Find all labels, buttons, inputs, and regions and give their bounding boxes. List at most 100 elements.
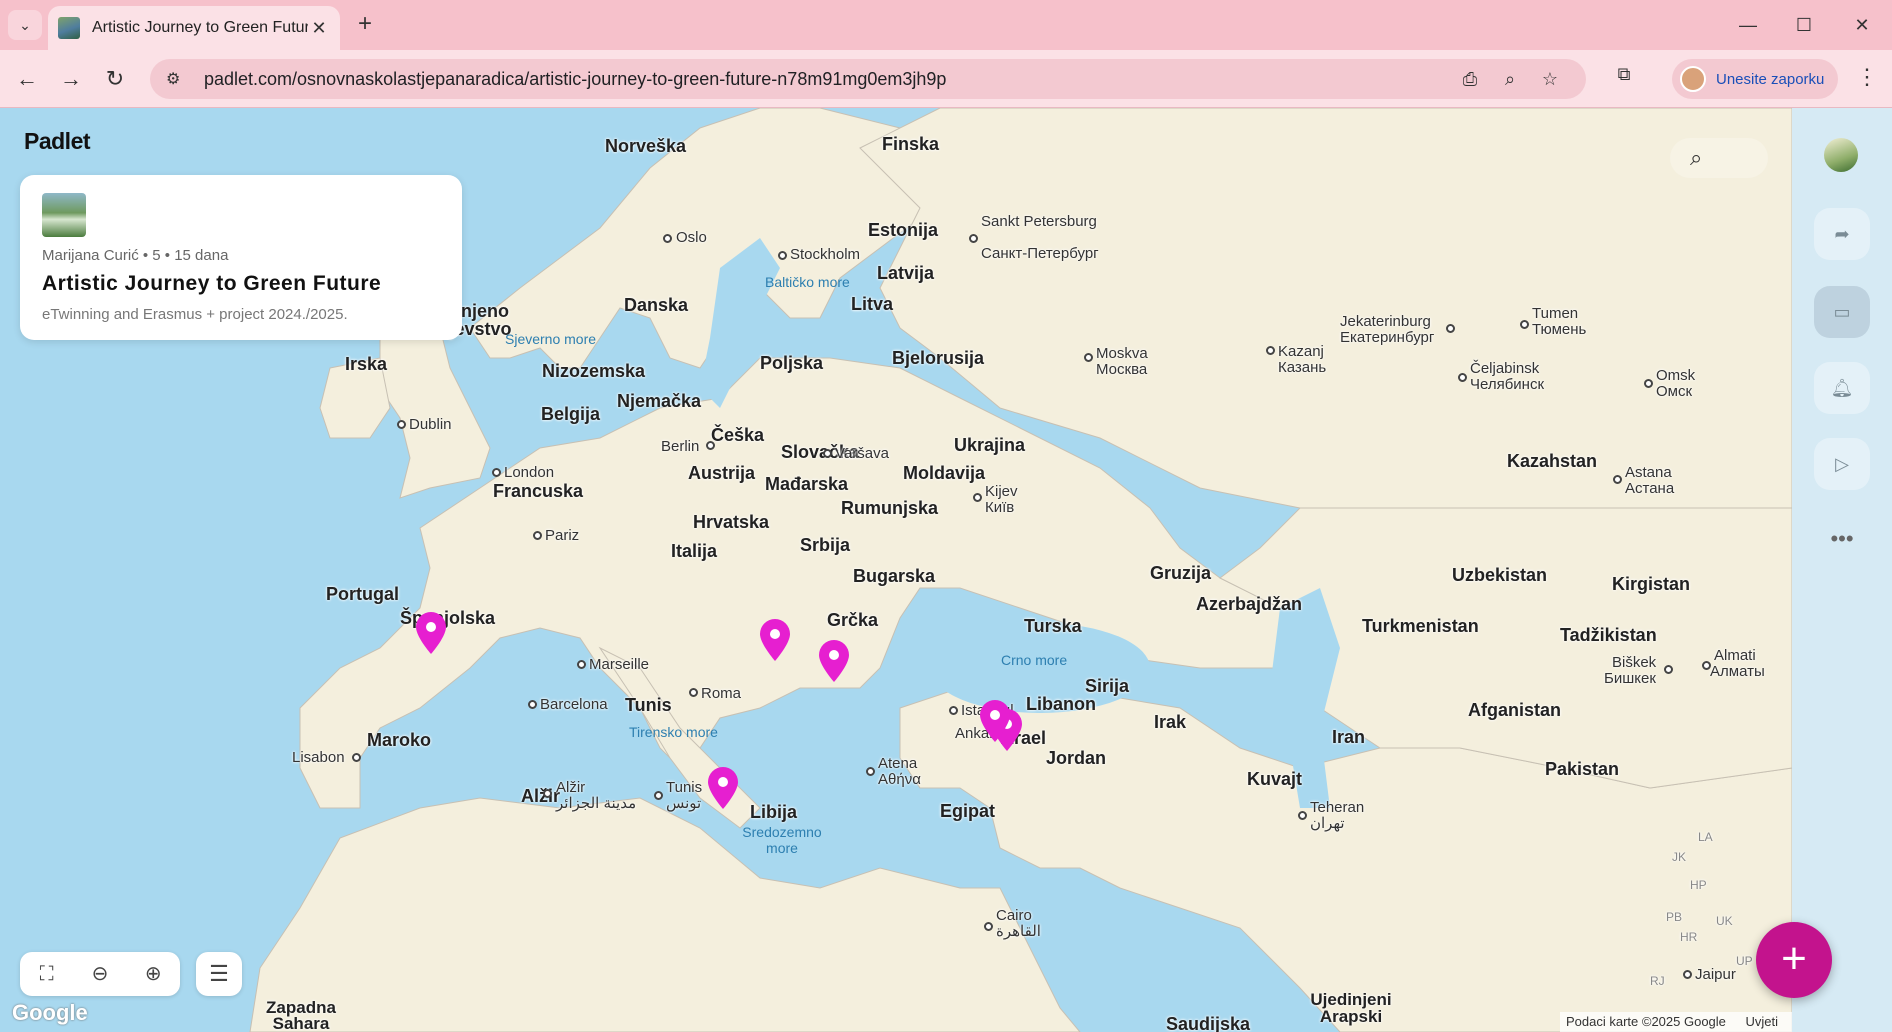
map-label-city: القاهرة xyxy=(996,923,1041,940)
city-dot xyxy=(969,234,978,243)
padlet-logo[interactable]: Padlet xyxy=(24,128,91,155)
map-label-city: Marseille xyxy=(589,656,650,673)
more-dots-icon[interactable]: ••• xyxy=(1814,526,1870,556)
map-pin-shape xyxy=(760,619,790,661)
city-dot xyxy=(543,789,552,798)
map-label-country: Saudijska xyxy=(1166,1014,1251,1032)
map-label-city: Roma xyxy=(701,685,742,702)
map-label-city: Čeljabinsk xyxy=(1470,360,1540,377)
map-label-region: LA xyxy=(1698,830,1713,844)
padlet-info-card[interactable]: Marijana Curić • 5 • 15 dana Artistic Jo… xyxy=(20,175,462,340)
map-label-city: Tumen xyxy=(1532,305,1579,322)
map-label-city: Varšava xyxy=(835,445,889,462)
map-pin-shape xyxy=(980,700,1010,742)
avatar[interactable] xyxy=(1824,138,1858,172)
reload-icon[interactable]: ↻ xyxy=(98,62,132,96)
city-dot xyxy=(1298,811,1307,820)
play-icon[interactable]: ▷ xyxy=(1814,438,1870,490)
url-text[interactable]: padlet.com/osnovnaskolastjepanaradica/ar… xyxy=(204,69,1450,90)
map-pin[interactable] xyxy=(817,639,851,683)
new-tab-button[interactable]: + xyxy=(350,10,380,40)
install-app-icon[interactable]: ⎙ xyxy=(1450,69,1490,90)
map-label-country: Azerbajdžan xyxy=(1196,594,1303,614)
zoom-icon[interactable]: ⌕ xyxy=(1490,69,1530,90)
slideshow-icon[interactable]: ▭ xyxy=(1814,286,1870,338)
tab-list-icon[interactable]: ⌄ xyxy=(8,10,42,40)
star-icon[interactable]: ☆ xyxy=(1530,69,1570,90)
map-label-city: Alžir xyxy=(556,779,586,796)
city-dot xyxy=(397,420,406,429)
map-label-city: Astana xyxy=(1625,464,1672,481)
bell-icon[interactable]: 🔔︎ xyxy=(1814,362,1870,414)
map-label-country: Nizozemska xyxy=(542,361,646,381)
map-label-city: Екатеринбург xyxy=(1340,329,1435,346)
map-label-country: Grčka xyxy=(827,610,879,630)
map-label-country: Portugal xyxy=(326,584,400,604)
map-label-city: Омск xyxy=(1656,383,1693,400)
share-icon[interactable]: ➦ xyxy=(1814,208,1870,260)
search-icon[interactable]: ⌕ xyxy=(1670,138,1768,178)
browser-tab-bar: ⌄ Artistic Journey to Green Future ✕ + —… xyxy=(0,0,1892,50)
map-label-city: Kazanj xyxy=(1278,343,1324,360)
city-dot xyxy=(492,468,501,477)
zoom-out-icon[interactable]: ⊖ xyxy=(80,954,120,994)
map-label-country: Libija xyxy=(750,802,798,822)
maximize-icon[interactable]: ☐ xyxy=(1784,10,1824,40)
map-label-city: Cairo xyxy=(996,907,1032,924)
map-label-country: Jordan xyxy=(1046,748,1107,768)
forward-arrow-icon[interactable]: → xyxy=(54,62,88,96)
map-label-city: Omsk xyxy=(1656,367,1696,384)
map-label-city: تهران xyxy=(1310,815,1345,832)
extensions-icon[interactable]: ⧉ xyxy=(1608,64,1640,94)
map-label-country: Tadžikistan xyxy=(1560,625,1657,645)
map-label-city: Санкт-Петербург xyxy=(981,245,1099,262)
profile-button[interactable]: Unesite zaporku xyxy=(1672,59,1838,99)
map-label-city: Тюмень xyxy=(1532,321,1587,338)
map-label-country: Ujedinjeni Arapski xyxy=(1310,990,1392,1026)
city-dot xyxy=(949,706,958,715)
profile-label: Unesite zaporku xyxy=(1716,70,1825,88)
map-label-country: Irska xyxy=(345,354,388,374)
window-close-icon[interactable]: ✕ xyxy=(1842,10,1882,40)
map-attribution: Podaci karte ©2025 Google Uvjeti xyxy=(1560,1012,1792,1032)
map-label-region: JK xyxy=(1672,850,1687,864)
menu-dots-icon[interactable]: ⋮ xyxy=(1852,64,1882,94)
close-icon[interactable]: ✕ xyxy=(308,18,330,39)
map-pin[interactable] xyxy=(978,699,1012,743)
map-label-country: Poljska xyxy=(760,353,824,373)
map-label-city: Астана xyxy=(1625,480,1675,497)
map-label-region: RJ xyxy=(1650,974,1665,988)
map-label-country: Latvija xyxy=(877,263,935,283)
map-label-country: Irak xyxy=(1154,712,1187,732)
map-label-city: Dublin xyxy=(409,416,452,433)
browser-tab[interactable]: Artistic Journey to Green Future ✕ xyxy=(48,6,340,50)
terms-link[interactable]: Uvjeti xyxy=(1746,1014,1779,1029)
map-label-country: Njemačka xyxy=(617,391,702,411)
minimize-icon[interactable]: — xyxy=(1728,10,1768,40)
map-pin[interactable] xyxy=(414,611,448,655)
browser-toolbar: ← → ↻ ⚙ padlet.com/osnovnaskolastjepanar… xyxy=(0,50,1892,108)
map-label-country: Moldavija xyxy=(903,463,986,483)
map-label-city: Київ xyxy=(985,499,1015,516)
map[interactable]: Norveška Finska Estonija Latvija Litva D… xyxy=(0,108,1792,1032)
site-info-icon[interactable]: ⚙ xyxy=(166,69,188,89)
map-label-region: UK xyxy=(1716,914,1733,928)
list-icon[interactable]: ☰ xyxy=(196,952,242,996)
padlet-title: Artistic Journey to Green Future xyxy=(42,272,382,295)
padlet-thumbnail xyxy=(42,193,86,237)
city-dot xyxy=(689,688,698,697)
city-dot xyxy=(1266,346,1275,355)
padlet-description: eTwinning and Erasmus + project 2024./20… xyxy=(42,306,348,323)
back-arrow-icon[interactable]: ← xyxy=(10,62,44,96)
add-post-button[interactable]: + xyxy=(1756,922,1832,998)
map-pin[interactable] xyxy=(706,766,740,810)
zoom-in-icon[interactable]: ⊕ xyxy=(133,954,173,994)
address-bar[interactable]: ⚙ padlet.com/osnovnaskolastjepanaradica/… xyxy=(150,59,1586,99)
map-label-city: Казань xyxy=(1278,359,1327,376)
city-dot xyxy=(1664,665,1673,674)
avatar xyxy=(1680,66,1706,92)
fullscreen-icon[interactable]: ⛶ xyxy=(27,954,67,994)
map-label-city: Kijev xyxy=(985,483,1018,500)
map-label-country: Kirgistan xyxy=(1612,574,1691,594)
map-pin[interactable] xyxy=(758,618,792,662)
